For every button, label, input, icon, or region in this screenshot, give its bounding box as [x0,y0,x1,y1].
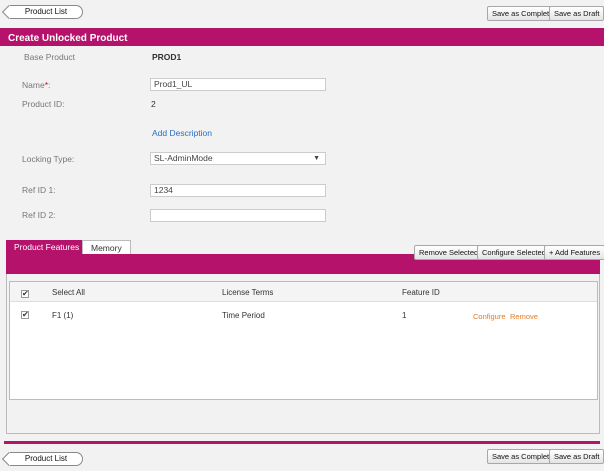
tab-product-features[interactable]: Product Features [6,240,88,255]
save-as-draft-button-bottom[interactable]: Save as Draft [549,449,604,464]
product-list-button-bottom[interactable]: Product List [1,451,83,467]
product-id-label: Product ID: [22,99,65,109]
locking-type-select[interactable]: SL-AdminMode ▼ [150,152,326,165]
table-row: ✔ F1 (1) Time Period 1 Configure Remove [10,306,597,324]
ref-id-1-field[interactable]: 1234 [150,184,326,197]
feature-id-value: 1 [402,311,407,320]
features-table: ✔ Select All License Terms Feature ID ✔ … [9,281,598,400]
select-all-header: Select All [52,288,85,297]
ref-id-2-field[interactable] [150,209,326,222]
footer-divider [4,441,600,444]
select-all-checkbox[interactable]: ✔ [21,290,29,298]
remove-link[interactable]: Remove [510,312,538,321]
locking-type-value: SL-AdminMode [154,153,213,163]
name-label: Name*: [22,80,50,90]
name-field[interactable]: Prod1_UL [150,78,326,91]
save-as-draft-button[interactable]: Save as Draft [549,6,604,21]
chevron-down-icon: ▼ [313,155,320,162]
configure-selected-button[interactable]: Configure Selected [477,245,551,260]
product-list-label: Product List [24,454,68,463]
ref-id-1-label: Ref ID 1: [22,185,56,195]
name-label-colon: : [48,80,51,90]
page-title: Create Unlocked Product [8,33,128,44]
product-list-label: Product List [24,7,68,16]
tab-memory[interactable]: Memory [82,240,131,255]
save-as-complete-button[interactable]: Save as Complete [487,6,559,21]
license-terms-value: Time Period [222,311,265,320]
product-list-button[interactable]: Product List [1,4,83,20]
add-description-link[interactable]: Add Description [152,128,212,138]
feature-name: F1 (1) [52,311,74,320]
ref-id-2-label: Ref ID 2: [22,210,56,220]
feature-id-header: Feature ID [402,288,440,297]
table-header: ✔ Select All License Terms Feature ID [10,282,597,302]
remove-selected-button[interactable]: Remove Selected [414,245,484,260]
base-product-value: PROD1 [152,52,182,62]
product-id-value: 2 [151,99,156,109]
row-checkbox[interactable]: ✔ [21,311,29,319]
configure-link[interactable]: Configure [473,312,506,321]
add-features-button[interactable]: + Add Features [544,245,604,260]
base-product-label: Base Product [24,52,76,62]
locking-type-label: Locking Type: [22,154,75,164]
name-label-text: Name [22,80,45,90]
license-terms-header: License Terms [222,288,274,297]
save-as-complete-button-bottom[interactable]: Save as Complete [487,449,559,464]
